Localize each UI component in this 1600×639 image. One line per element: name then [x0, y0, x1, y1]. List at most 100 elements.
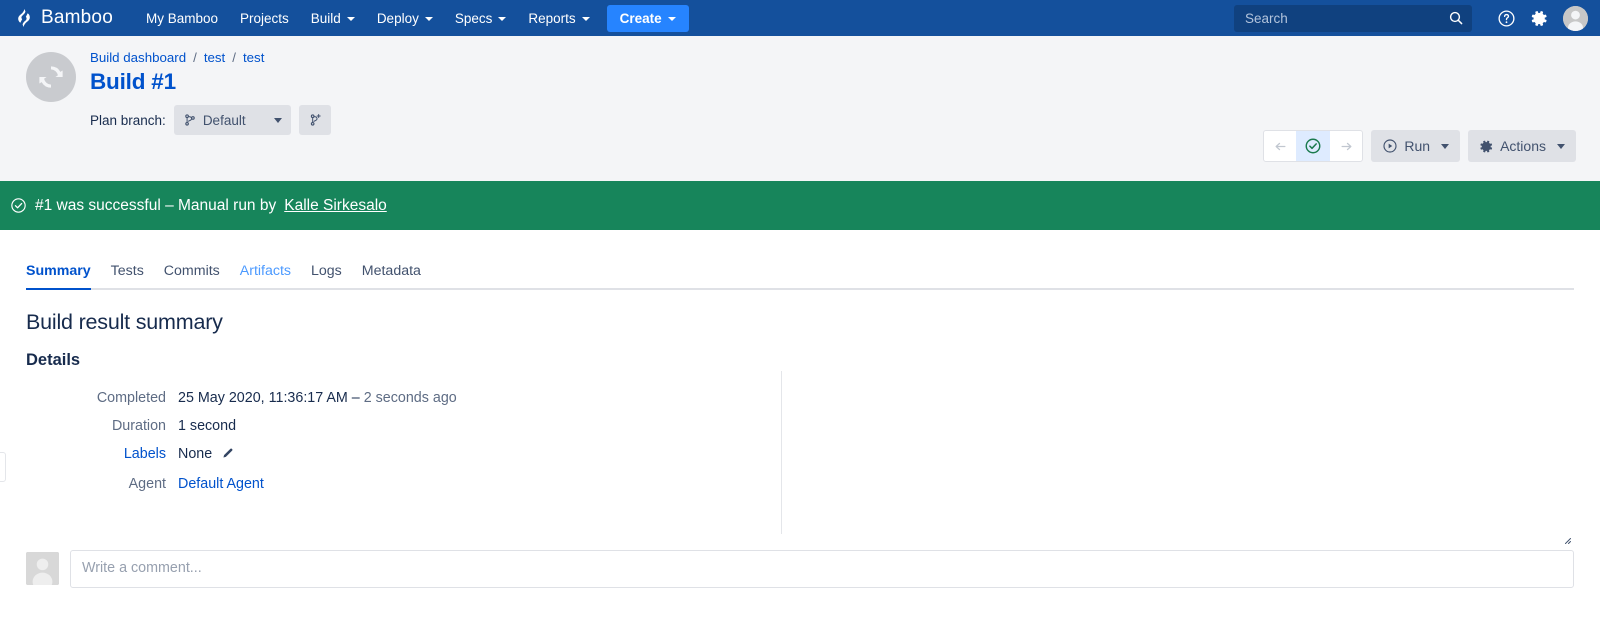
tab-artifacts[interactable]: Artifacts: [230, 263, 301, 288]
breadcrumb-separator: /: [193, 50, 197, 65]
create-button-label: Create: [619, 10, 662, 26]
detail-label-duration: Duration: [111, 418, 166, 434]
page-header: Build dashboard / test / test Build #1 P…: [0, 36, 1600, 181]
chevron-down-icon: [498, 17, 507, 21]
bamboo-logo-icon: [18, 9, 30, 27]
play-circle-icon: [1383, 139, 1397, 153]
nav-item-build[interactable]: Build: [300, 5, 366, 32]
tab-label: Tests: [110, 263, 144, 279]
details-table: Completed 25 May 2020, 11:36:17 AM – 2 s…: [26, 384, 457, 498]
previous-build-button[interactable]: [1264, 131, 1296, 161]
breadcrumb-item-plan[interactable]: test: [243, 50, 264, 65]
tab-label: Logs: [311, 263, 342, 279]
chevron-down-icon: [581, 17, 590, 21]
detail-label-labels: Labels: [26, 440, 178, 470]
detail-label-completed: Completed: [96, 390, 166, 406]
chevron-down-icon: [424, 17, 433, 21]
tab-commits[interactable]: Commits: [154, 263, 230, 288]
search-input[interactable]: [1245, 10, 1448, 26]
tab-label: Metadata: [361, 263, 421, 279]
labels-link[interactable]: Labels: [124, 446, 166, 462]
breadcrumb-item-project[interactable]: test: [204, 50, 225, 65]
agent-link[interactable]: Default Agent: [178, 476, 264, 492]
actions-button[interactable]: Actions: [1468, 130, 1576, 162]
nav-item-label: Deploy: [376, 10, 419, 26]
chevron-down-icon: [346, 17, 355, 21]
actions-button-label: Actions: [1500, 138, 1546, 154]
create-branch-button[interactable]: [298, 105, 331, 135]
run-button[interactable]: Run: [1371, 130, 1461, 162]
plan-branch-dropdown[interactable]: Default: [173, 105, 291, 135]
nav-item-label: Build: [310, 10, 341, 26]
arrow-left-icon: [1275, 142, 1286, 150]
table-row: Agent Default Agent: [26, 470, 457, 498]
nav-item-specs[interactable]: Specs: [444, 5, 518, 32]
detail-value-labels: None: [178, 440, 457, 470]
plan-branch-label: Plan branch:: [90, 112, 166, 128]
edit-pencil-icon[interactable]: [221, 446, 235, 464]
chevron-down-icon: [273, 117, 282, 123]
check-circle-icon: [11, 198, 26, 213]
nav-item-deploy[interactable]: Deploy: [366, 5, 444, 32]
top-navigation-bar: Bamboo My Bamboo Projects Build Deploy S…: [0, 0, 1600, 36]
tab-logs[interactable]: Logs: [301, 263, 352, 288]
nav-item-label: My Bamboo: [145, 10, 218, 26]
bamboo-logo-link[interactable]: Bamboo: [14, 7, 113, 29]
bamboo-brand-text: Bamboo: [41, 7, 113, 28]
build-status-banner: #1 was successful – Manual run by Kalle …: [0, 181, 1600, 230]
nav-item-label: Projects: [240, 10, 289, 26]
details-section: Details Completed 25 May 2020, 11:36:17 …: [26, 351, 1574, 534]
breadcrumb-item-build-dashboard[interactable]: Build dashboard: [90, 50, 186, 65]
nav-item-reports[interactable]: Reports: [517, 5, 600, 32]
check-circle-icon: [1305, 138, 1321, 154]
search-box[interactable]: [1234, 4, 1472, 32]
gear-icon: [1531, 10, 1547, 26]
nav-item-label: Specs: [454, 10, 493, 26]
labels-value: None: [178, 446, 213, 462]
detail-value-completed: 25 May 2020, 11:36:17 AM – 2 seconds ago: [178, 384, 457, 412]
current-build-status-button[interactable]: [1296, 131, 1331, 161]
breadcrumb-separator: /: [232, 50, 236, 65]
chevron-down-icon: [1557, 143, 1565, 149]
build-status-avatar: [26, 52, 76, 102]
user-avatar[interactable]: [1563, 5, 1588, 31]
completed-timestamp: 25 May 2020, 11:36:17 AM –: [178, 390, 364, 406]
settings-button[interactable]: [1524, 3, 1554, 33]
tab-label: Summary: [26, 263, 91, 279]
comment-composer: [26, 550, 1574, 588]
nav-item-my-bamboo[interactable]: My Bamboo: [135, 5, 229, 32]
breadcrumb: Build dashboard / test / test: [90, 50, 331, 65]
chevron-down-icon: [667, 17, 676, 21]
help-button[interactable]: [1491, 3, 1521, 33]
avatar-icon: [1563, 5, 1588, 31]
arrow-right-icon: [1341, 142, 1352, 150]
left-edge-panel-handle[interactable]: [0, 452, 6, 482]
run-button-label: Run: [1404, 138, 1431, 154]
comment-input[interactable]: [70, 550, 1574, 588]
banner-user-link[interactable]: Kalle Sirkesalo: [284, 197, 387, 215]
nav-item-projects[interactable]: Projects: [229, 5, 300, 32]
avatar-icon: [26, 552, 59, 585]
page-header-text-block: Build dashboard / test / test Build #1 P…: [90, 48, 331, 135]
next-build-button[interactable]: [1330, 131, 1362, 161]
create-button[interactable]: Create: [606, 4, 689, 32]
page-header-main: Build dashboard / test / test Build #1 P…: [26, 48, 1574, 135]
primary-nav-items: My Bamboo Projects Build Deploy Specs Re…: [135, 4, 689, 32]
details-heading: Details: [26, 351, 81, 369]
tab-tests[interactable]: Tests: [101, 263, 154, 288]
page-title[interactable]: Build #1: [90, 67, 331, 97]
table-row: Duration 1 second: [26, 412, 457, 440]
header-actions: Run Actions: [1263, 130, 1576, 162]
refresh-sync-icon: [39, 66, 63, 88]
tab-summary[interactable]: Summary: [26, 263, 101, 290]
textarea-resize-handle[interactable]: [1561, 534, 1571, 544]
detail-label-agent: Agent: [128, 476, 166, 492]
help-circle-icon: [1497, 9, 1515, 27]
branch-icon: [185, 114, 195, 126]
build-pager: [1263, 130, 1364, 162]
tab-label: Commits: [163, 263, 220, 279]
completed-relative-time: 2 seconds ago: [363, 390, 457, 406]
main-content: Summary Tests Commits Artifacts Logs Met…: [0, 256, 1600, 588]
tab-metadata[interactable]: Metadata: [352, 263, 431, 288]
search-icon[interactable]: [1448, 10, 1464, 26]
